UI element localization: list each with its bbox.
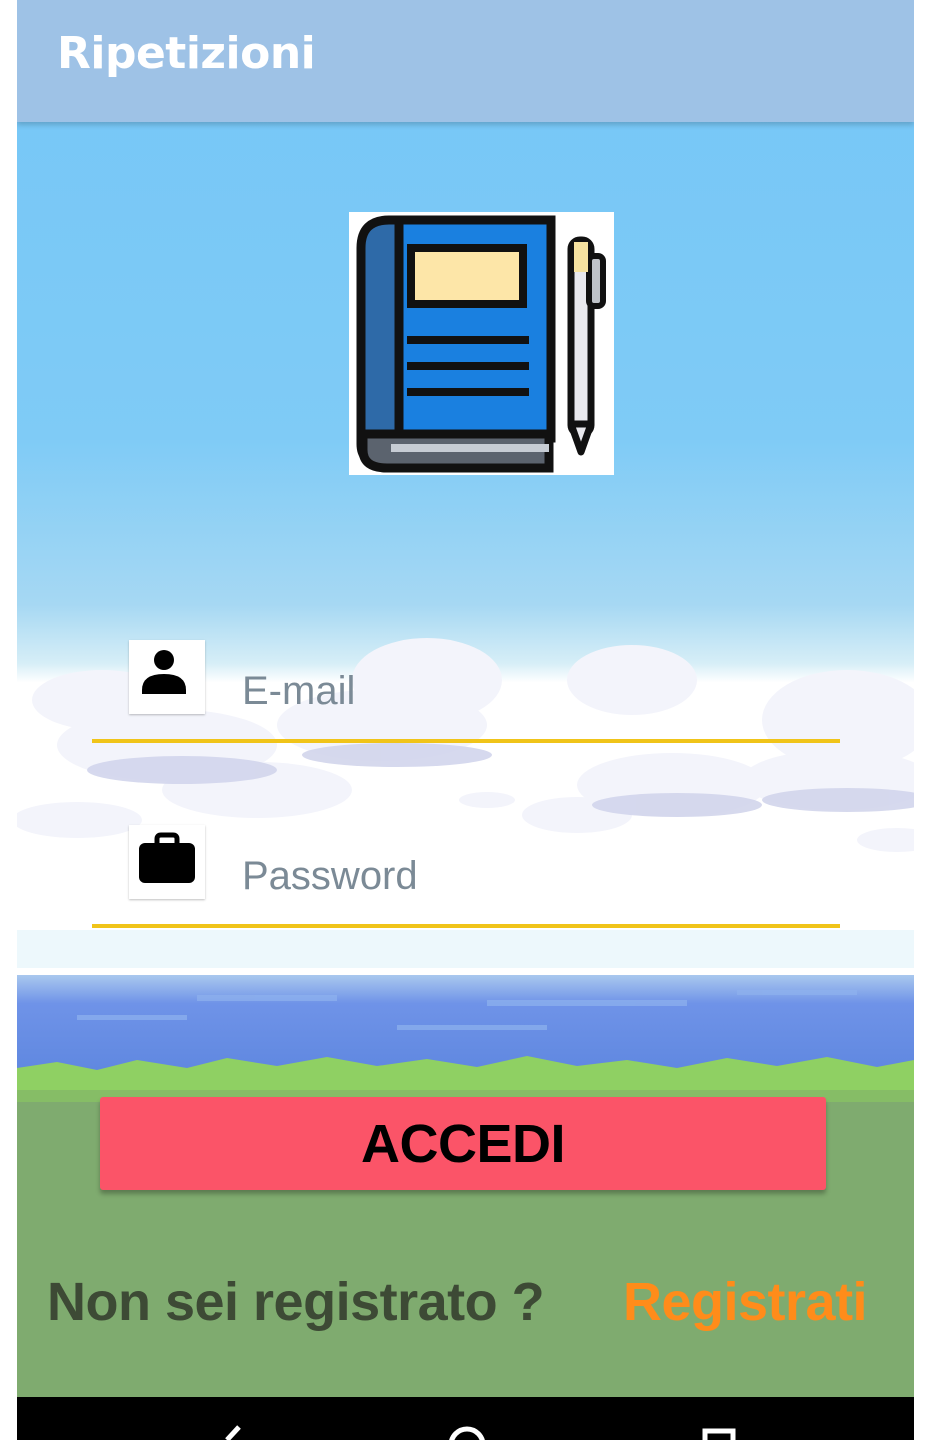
- home-icon[interactable]: [445, 1423, 489, 1440]
- login-button[interactable]: ACCEDI: [100, 1097, 826, 1190]
- register-link[interactable]: Registrati: [623, 1271, 868, 1333]
- recents-icon[interactable]: [697, 1423, 741, 1440]
- person-icon: [129, 640, 205, 714]
- system-navigation-bar: [17, 1397, 914, 1440]
- email-field[interactable]: [242, 661, 832, 721]
- password-field-underline: [92, 924, 840, 928]
- briefcase-icon: [129, 825, 205, 899]
- back-icon[interactable]: [213, 1423, 253, 1440]
- app-title: Ripetizioni: [57, 28, 316, 79]
- app-bar: Ripetizioni: [17, 0, 914, 122]
- register-prompt: Non sei registrato ?: [47, 1272, 545, 1332]
- email-field-underline: [92, 739, 840, 743]
- app-screen: Ripetizioni E-mail ACCEDI Non sei regist…: [17, 0, 914, 1440]
- password-field[interactable]: [242, 846, 832, 906]
- notebook-with-pen-icon: [349, 212, 614, 475]
